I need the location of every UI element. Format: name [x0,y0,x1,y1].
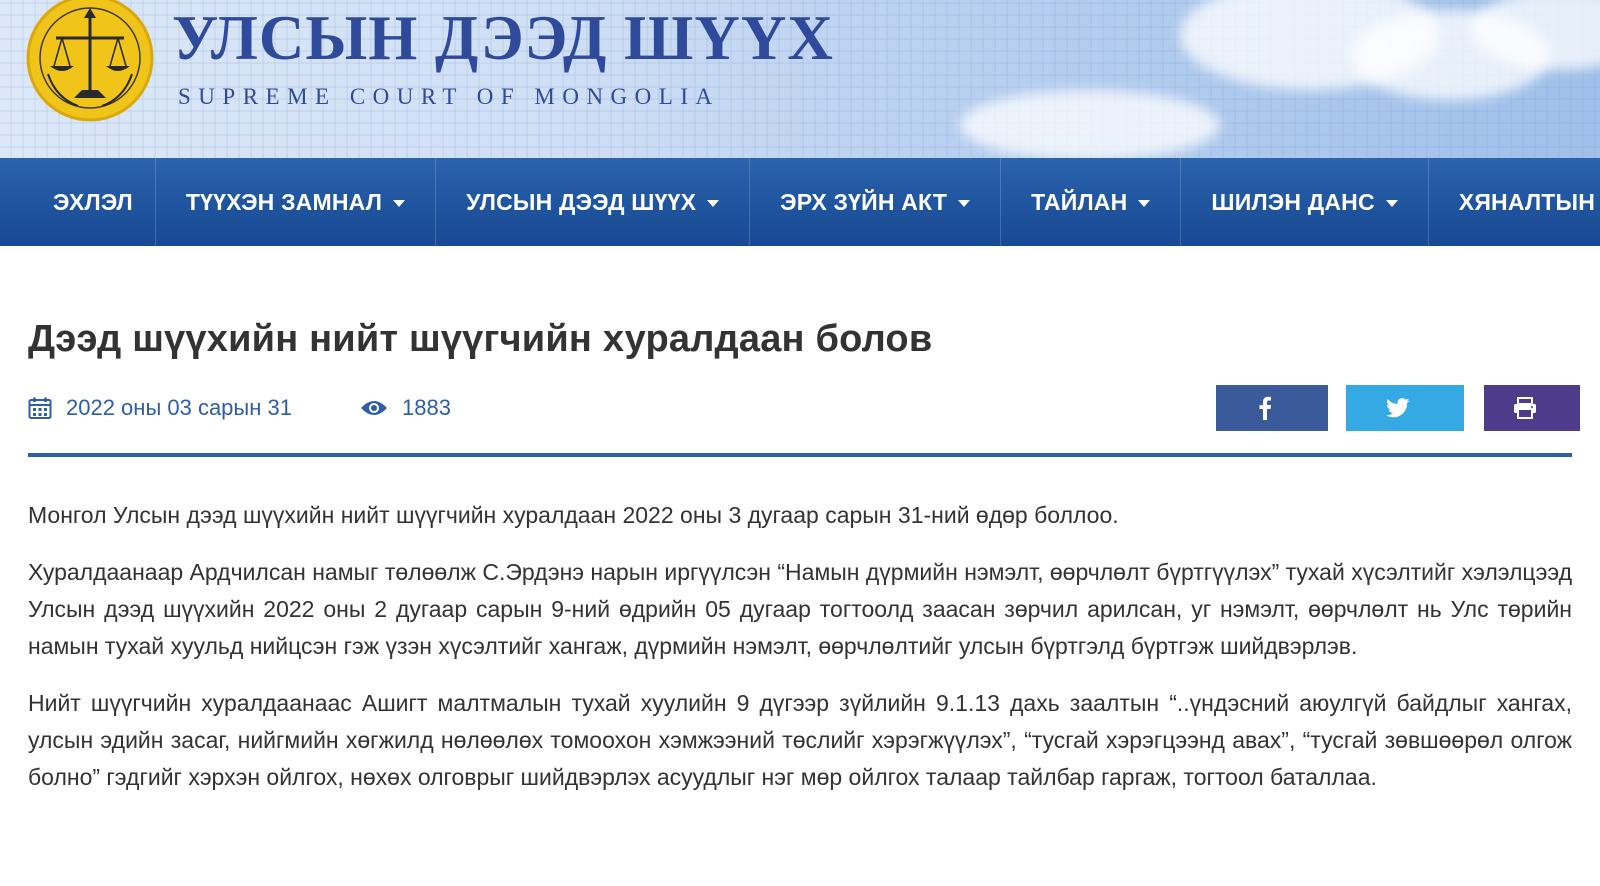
article-body: Монгол Улсын дээд шүүхийн нийт шүүгчийн … [28,497,1572,796]
article-paragraph: Нийт шүүгчийн хуралдаанаас Ашигт малтмал… [28,690,1572,790]
print-button[interactable] [1484,385,1580,431]
nav-item-supreme-court[interactable]: УЛСЫН ДЭЭД ШҮҮХ [436,158,751,246]
article-views-count: 1883 [402,395,451,420]
article-title: Дээд шүүхийн нийт шүүгчийн хуралдаан бол… [28,318,933,360]
nav-item-home[interactable]: ЭХЛЭЛ [0,158,156,246]
caret-down-icon [1138,199,1151,207]
nav-item-reports[interactable]: ТАЙЛАН [1001,158,1182,246]
caret-down-icon [958,199,971,207]
nav-item-label: ЭХЛЭЛ [53,188,133,215]
nav-item-label: ТАЙЛАН [1031,188,1128,215]
nav-item-transparency-account[interactable]: ШИЛЭН ДАНС [1181,158,1429,246]
twitter-share-button[interactable] [1346,385,1464,431]
facebook-share-button[interactable] [1216,385,1328,431]
court-emblem-icon[interactable] [26,0,154,122]
caret-down-icon [1385,199,1398,207]
caret-down-icon [393,199,406,207]
nav-item-label: ХЯНАЛТЫН ШАТНЫ ШҮ [1458,188,1600,215]
site-subtitle[interactable]: SUPREME COURT OF MONGOLIA [178,84,720,110]
article-views: 1883 [360,395,451,421]
nav-item-supervisory-instance[interactable]: ХЯНАЛТЫН ШАТНЫ ШҮ [1429,158,1600,246]
eye-icon [361,401,387,415]
nav-item-history[interactable]: ТҮҮХЭН ЗАМНАЛ [156,158,437,246]
article-date: 2022 оны 03 сарын 31 [28,395,292,421]
header-cloud [960,90,1220,158]
calendar-icon [28,397,52,419]
article-meta: 2022 оны 03 сарын 31 1883 [28,385,1580,457]
nav-item-label: УЛСЫН ДЭЭД ШҮҮХ [466,188,697,215]
caret-down-icon [707,199,720,207]
article: Дээд шүүхийн нийт шүүгчийн хуралдаан бол… [0,318,1600,796]
print-icon [1514,397,1536,419]
site-title[interactable]: УЛСЫН ДЭЭД ШҮҮХ [172,2,834,75]
site-header: УЛСЫН ДЭЭД ШҮҮХ SUPREME COURT OF MONGOLI… [0,0,1600,158]
article-paragraph: Хуралдаанаар Ардчилсан намыг төлөөлж С.Э… [28,559,1572,659]
article-paragraph: Монгол Улсын дээд шүүхийн нийт шүүгчийн … [28,502,1119,528]
twitter-icon [1386,398,1410,418]
main-nav: ЭХЛЭЛ ТҮҮХЭН ЗАМНАЛ УЛСЫН ДЭЭД ШҮҮХ ЭРХ … [0,158,1600,246]
nav-item-label: ТҮҮХЭН ЗАМНАЛ [185,188,383,215]
nav-item-label: ЭРХ ЗҮЙН АКТ [780,188,948,215]
facebook-icon [1259,396,1271,420]
nav-item-legal-acts[interactable]: ЭРХ ЗҮЙН АКТ [750,158,1002,246]
nav-item-label: ШИЛЭН ДАНС [1211,188,1375,215]
article-date-text: 2022 оны 03 сарын 31 [66,395,292,420]
